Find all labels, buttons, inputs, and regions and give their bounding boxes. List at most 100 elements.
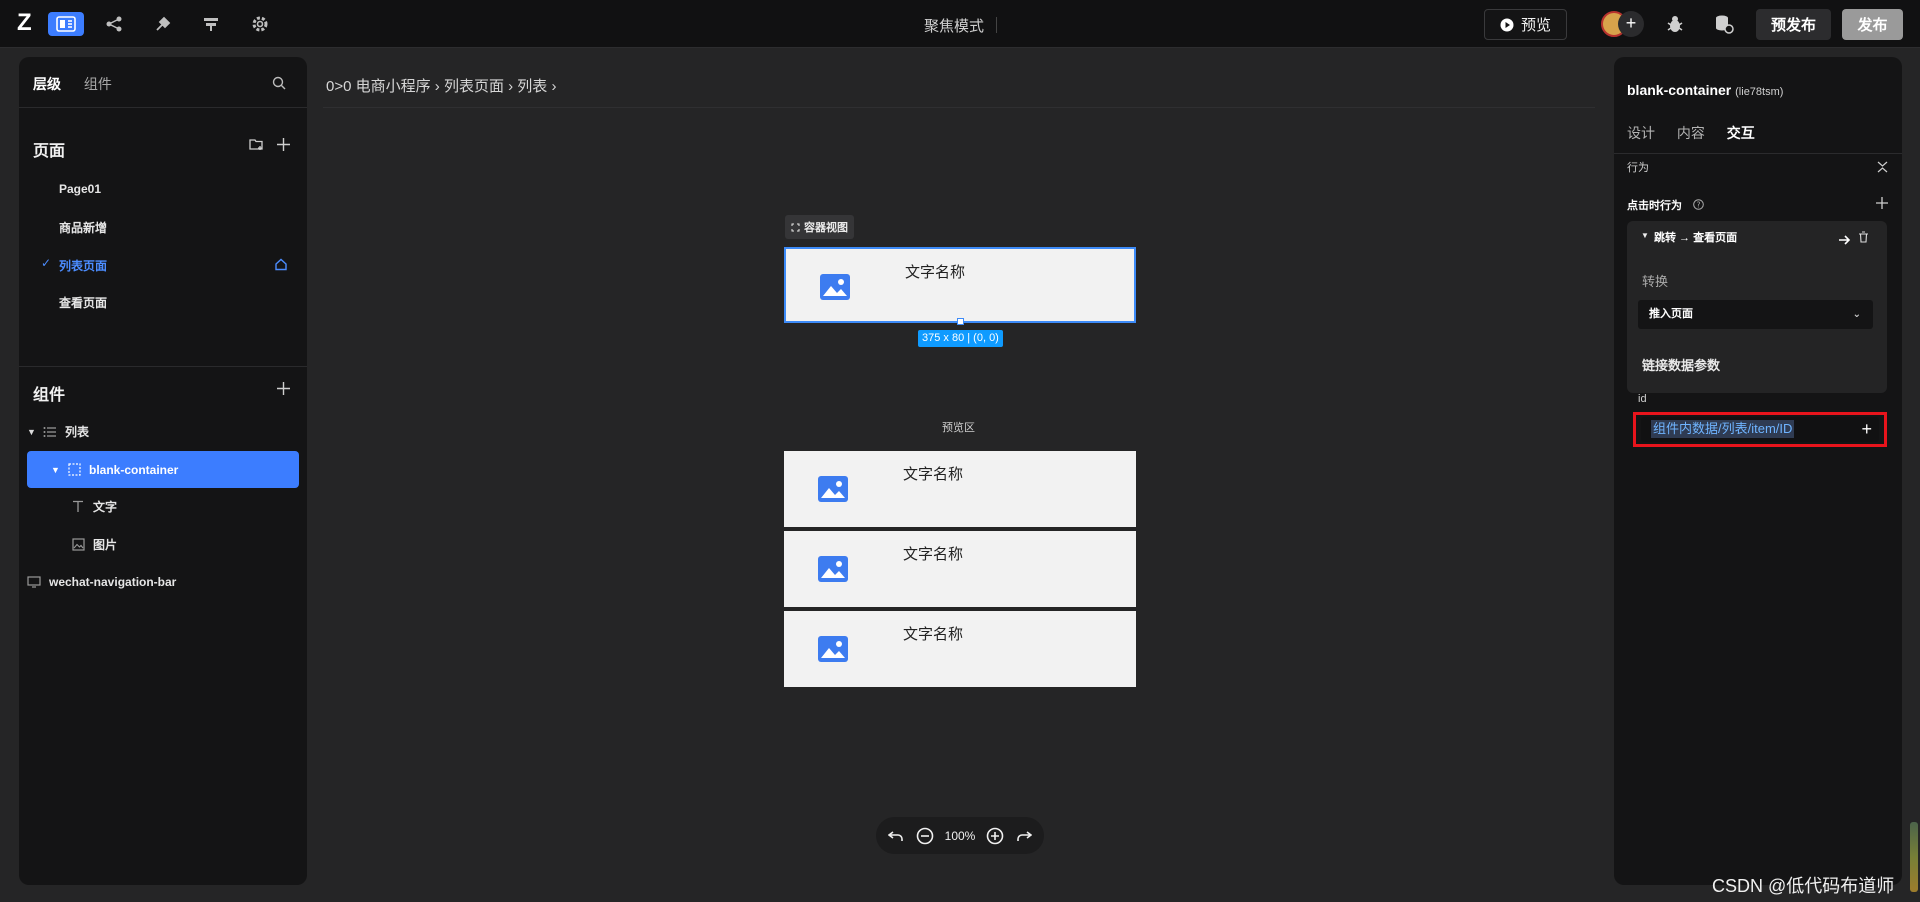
page-item-add-product[interactable]: 商品新增 <box>59 219 107 236</box>
text-icon <box>71 500 85 514</box>
top-bar: Z 聚焦模式 预览 + 预发布 发布 <box>0 0 1920 48</box>
transition-label: 转换 <box>1642 274 1669 289</box>
expand-icon[interactable]: ▼ <box>27 427 36 437</box>
help-icon[interactable]: ? <box>1693 197 1704 215</box>
image-placeholder-icon <box>820 274 850 300</box>
container-view-label: 容器视图 <box>804 222 848 234</box>
divider <box>19 107 307 108</box>
components-actions <box>276 381 291 396</box>
collapse-icon[interactable] <box>1877 160 1888 178</box>
zoom-level: 100% <box>944 828 976 843</box>
image-placeholder-icon <box>818 476 848 502</box>
redo-icon[interactable] <box>1014 826 1034 846</box>
pages-actions <box>249 137 291 152</box>
tree-item-label: blank-container <box>89 462 179 477</box>
tab-components[interactable]: 组件 <box>84 76 112 92</box>
selected-container-card[interactable]: 文字名称 <box>784 247 1136 323</box>
behavior-label: 行为 <box>1627 162 1649 174</box>
database-icon[interactable] <box>1713 13 1737 37</box>
param-value-chip[interactable]: 组件内数据/列表/item/ID <box>1651 420 1795 438</box>
tab-content[interactable]: 内容 <box>1677 125 1705 141</box>
tree-item-blank-container[interactable]: ▼ blank-container <box>27 451 299 488</box>
tree-item-list[interactable]: ▼ 列表 <box>27 413 299 450</box>
divider <box>1614 153 1902 154</box>
navbar-icon <box>27 575 41 589</box>
publish-button[interactable]: 发布 <box>1842 9 1903 40</box>
add-folder-icon[interactable] <box>249 137 264 152</box>
page-item-page01[interactable]: Page01 <box>59 182 101 196</box>
zoom-in-icon[interactable] <box>985 826 1005 846</box>
right-panel: blank-container (lie78tsm) 设计 内容 交互 行为 点… <box>1614 57 1902 885</box>
tree-item-label: 文字 <box>93 500 118 514</box>
tab-interaction[interactable]: 交互 <box>1727 125 1755 141</box>
card-text: 文字名称 <box>903 546 964 563</box>
right-tabs: 设计 内容 交互 <box>1627 123 1773 143</box>
param-input[interactable]: 组件内数据/列表/item/ID + <box>1641 417 1879 442</box>
deploy-icon[interactable] <box>193 12 229 36</box>
page-item-view[interactable]: 查看页面 <box>59 294 107 311</box>
divider <box>996 17 997 33</box>
app-logo: Z <box>17 9 32 36</box>
arrow-right-icon[interactable] <box>1839 232 1851 250</box>
list-icon <box>43 425 57 439</box>
preview-card[interactable]: 文字名称 <box>784 611 1136 687</box>
link-params-label: 链接数据参数 <box>1642 358 1721 373</box>
tree-item-label: 列表 <box>65 425 90 439</box>
preview-button[interactable]: 预览 <box>1484 9 1567 40</box>
preview-card[interactable]: 文字名称 <box>784 451 1136 527</box>
prepublish-button[interactable]: 预发布 <box>1756 9 1831 40</box>
component-id: (lie78tsm) <box>1735 86 1784 98</box>
breadcrumb[interactable]: 0>0 电商小程序 › 列表页面 › 列表 › <box>326 75 556 96</box>
focus-mode-title: 聚焦模式 <box>924 18 985 35</box>
transition-value: 推入页面 <box>1649 308 1693 320</box>
search-icon[interactable] <box>272 76 288 92</box>
add-collaborator-button[interactable]: + <box>1618 11 1644 37</box>
plugin-icon[interactable] <box>145 12 181 36</box>
debug-icon[interactable] <box>1664 13 1688 37</box>
transition-select[interactable]: 推入页面 ⌄ <box>1638 300 1873 329</box>
expand-icon[interactable]: ▼ <box>51 465 60 475</box>
image-placeholder-icon <box>818 636 848 662</box>
check-icon: ✓ <box>41 256 52 270</box>
add-page-icon[interactable] <box>276 137 291 152</box>
settings-icon[interactable] <box>242 12 278 36</box>
add-component-icon[interactable] <box>276 381 291 396</box>
size-tag: 375 x 80 | (0, 0) <box>918 330 1003 347</box>
divider <box>323 107 1595 108</box>
expand-icon <box>791 223 800 231</box>
preview-card[interactable]: 文字名称 <box>784 531 1136 607</box>
zoom-out-icon[interactable] <box>915 826 935 846</box>
tab-layers[interactable]: 层级 <box>33 76 61 92</box>
watermark: CSDN @低代码布道师 <box>1712 876 1895 896</box>
home-icon[interactable] <box>274 257 288 271</box>
container-view-button[interactable]: 容器视图 <box>785 215 854 239</box>
tree-item-text[interactable]: 文字 <box>27 488 299 525</box>
card-text: 文字名称 <box>903 466 964 483</box>
pages-title: 页面 <box>33 143 66 160</box>
component-title: blank-container (lie78tsm) <box>1627 82 1783 98</box>
left-panel: 层级 组件 页面 Page01 商品新增 ✓ 列表页面 查看页面 组件 ▼ 列表… <box>19 57 307 885</box>
highlighted-param-field: 组件内数据/列表/item/ID + <box>1633 412 1887 447</box>
layout-icon[interactable] <box>48 12 84 36</box>
add-param-icon[interactable]: + <box>1861 418 1872 440</box>
card-text: 文字名称 <box>905 264 966 281</box>
resize-handle[interactable] <box>957 318 964 325</box>
add-behavior-icon[interactable] <box>1876 196 1888 214</box>
flow-icon[interactable] <box>96 12 132 36</box>
image-icon <box>71 538 85 552</box>
tree-item-image[interactable]: 图片 <box>27 526 299 563</box>
preview-label: 预览 <box>1520 17 1551 34</box>
left-tabs: 层级 组件 <box>33 74 131 94</box>
preview-area-label: 预览区 <box>942 422 975 434</box>
delete-icon[interactable] <box>1858 230 1869 248</box>
collapse-arrow-icon[interactable]: ▼ <box>1641 231 1649 240</box>
chevron-down-icon: ⌄ <box>1852 309 1861 320</box>
page-item-list[interactable]: 列表页面 <box>59 257 107 274</box>
zoom-toolbar: 100% <box>876 817 1044 854</box>
tab-design[interactable]: 设计 <box>1627 125 1655 141</box>
image-placeholder-icon <box>818 556 848 582</box>
tree-item-wechat-navigation-bar[interactable]: wechat-navigation-bar <box>27 563 299 600</box>
divider <box>19 366 307 367</box>
undo-icon[interactable] <box>886 826 906 846</box>
components-title: 组件 <box>33 387 66 404</box>
